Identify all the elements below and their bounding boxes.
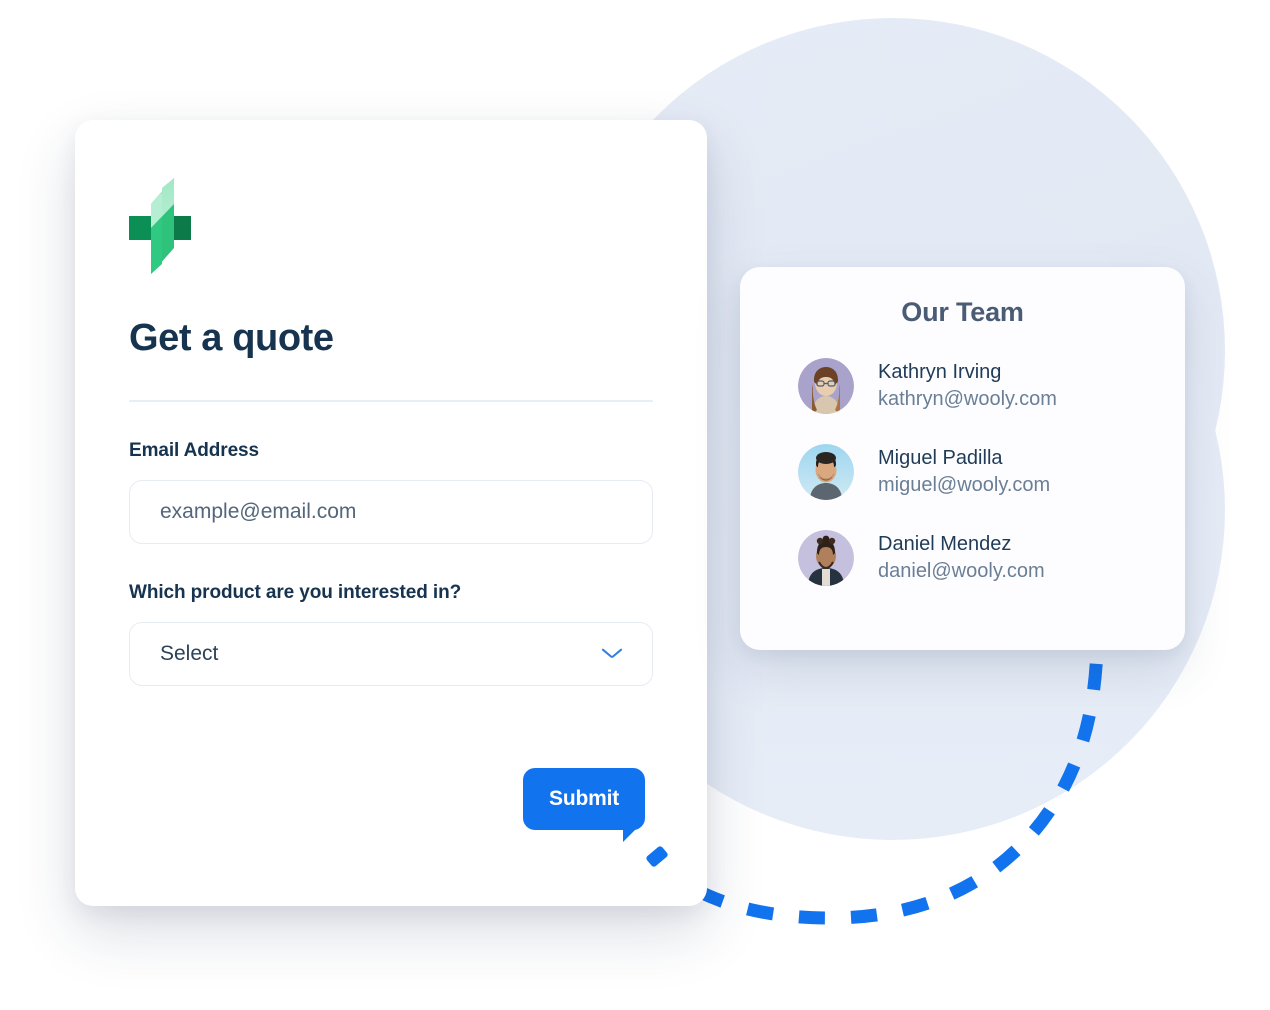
email-input[interactable]: [129, 479, 653, 544]
submit-callout-tail: [623, 820, 645, 842]
page-title: Get a quote: [129, 317, 334, 359]
email-field-label: Email Address: [129, 439, 259, 461]
team-card-title: Our Team: [901, 297, 1024, 327]
avatar: [798, 530, 854, 586]
list-item[interactable]: Daniel Mendez daniel@wooly.com: [798, 530, 1185, 586]
list-item[interactable]: Kathryn Irving kathryn@wooly.com: [798, 358, 1185, 414]
product-select[interactable]: Select: [129, 621, 653, 686]
member-name: Miguel Padilla: [878, 447, 1003, 469]
email-field-group: Email Address: [129, 440, 653, 544]
product-field-group: Which product are you interested in? Sel…: [129, 582, 653, 686]
member-name: Daniel Mendez: [878, 533, 1012, 555]
title-divider: [129, 399, 653, 402]
submit-button-wrap: Submit: [453, 768, 669, 888]
member-email: daniel@wooly.com: [878, 560, 1045, 582]
product-select-value: Select: [160, 641, 219, 665]
member-info: Miguel Padilla miguel@wooly.com: [878, 445, 1050, 499]
list-item[interactable]: Miguel Padilla miguel@wooly.com: [798, 444, 1185, 500]
chevron-down-icon: [602, 648, 622, 660]
our-team-card: Our Team Kathryn Irving kathryn@wooly.co…: [740, 267, 1185, 650]
wooly-bolt-logo: [129, 178, 191, 274]
member-name: Kathryn Irving: [878, 361, 1002, 383]
member-info: Daniel Mendez daniel@wooly.com: [878, 531, 1045, 585]
cursor-dash-start: [645, 845, 669, 868]
member-email: miguel@wooly.com: [878, 474, 1051, 496]
quote-form-card: Get a quote Email Address Which product …: [75, 120, 707, 906]
member-email: kathryn@wooly.com: [878, 388, 1057, 410]
screenshot-root: Get a quote Email Address Which product …: [0, 0, 1270, 1010]
member-info: Kathryn Irving kathryn@wooly.com: [878, 359, 1057, 413]
avatar: [798, 358, 854, 414]
team-member-list: Kathryn Irving kathryn@wooly.com Miguel …: [740, 358, 1185, 586]
avatar: [798, 444, 854, 500]
product-field-label: Which product are you interested in?: [129, 581, 462, 603]
